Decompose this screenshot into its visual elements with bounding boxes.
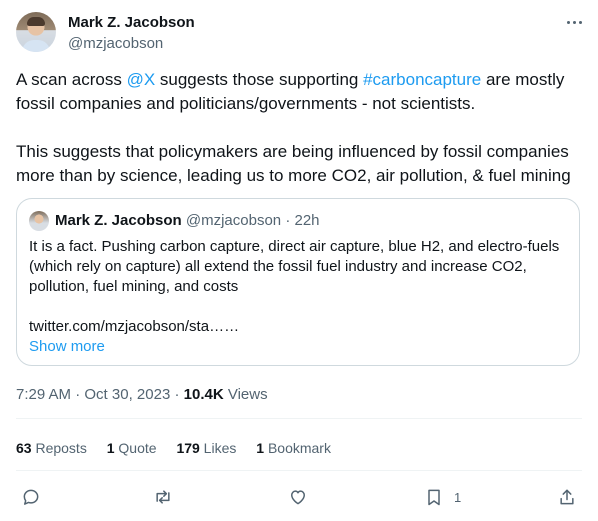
show-more-link[interactable]: Show more — [29, 337, 105, 357]
likes-stat[interactable]: 179 Likes — [176, 440, 236, 456]
bookmarks-count: 1 — [256, 440, 265, 456]
more-options-icon[interactable] — [562, 12, 586, 32]
tweet-text-prefix: A scan across — [16, 70, 127, 89]
quote-url: twitter.com/mzjacobson/sta…… — [29, 318, 240, 335]
quote-text: It is a fact. Pushing carbon capture, di… — [29, 237, 569, 297]
quoted-tweet[interactable]: Mark Z. Jacobson @mzjacobson · 22h It is… — [16, 198, 580, 366]
tweet-meta: 7:29 AM · Oct 30, 2023 · 10.4K Views — [16, 386, 268, 403]
author-name[interactable]: Mark Z. Jacobson — [68, 14, 195, 31]
divider — [16, 470, 582, 471]
dot — [572, 20, 576, 24]
quotes-count: 1 — [106, 440, 115, 456]
reply-icon[interactable] — [21, 486, 41, 508]
quotes-label: Quote — [114, 440, 157, 456]
tweet-paragraph-2: This suggests that policymakers are bein… — [16, 142, 571, 185]
reposts-count: 63 — [16, 440, 32, 456]
tweet-time[interactable]: 7:29 AM — [16, 386, 71, 403]
quote-separator: · — [281, 212, 295, 229]
share-icon[interactable] — [557, 486, 577, 508]
mention-link[interactable]: @X — [127, 70, 156, 89]
hashtag-link[interactable]: #carboncapture — [363, 70, 481, 89]
reposts-stat[interactable]: 63 Reposts — [16, 440, 87, 456]
divider — [16, 418, 582, 419]
quote-paragraph: It is a fact. Pushing carbon capture, di… — [29, 238, 560, 295]
quotes-stat[interactable]: 1 Quote — [107, 440, 157, 456]
quote-author-name: Mark Z. Jacobson — [55, 212, 182, 229]
quote-header: Mark Z. Jacobson @mzjacobson · 22h — [55, 212, 320, 229]
avatar-hair — [27, 17, 45, 26]
dot — [566, 20, 570, 24]
tweet-text-mid: suggests those supporting — [155, 70, 364, 89]
action-bar: 1 — [0, 486, 598, 508]
avatar-shirt — [22, 40, 50, 52]
tweet-text: A scan across @X suggests those supporti… — [16, 68, 582, 188]
quote-avatar — [29, 211, 49, 231]
engagement-stats: 63 Reposts 1 Quote 179 Likes 1 Bookmark — [16, 440, 347, 456]
tweet-paragraph-1: A scan across @X suggests those supporti… — [16, 68, 582, 116]
tweet-card: Mark Z. Jacobson @mzjacobson A scan acro… — [0, 0, 598, 521]
bookmark-icon[interactable]: 1 — [424, 486, 461, 508]
repost-icon[interactable] — [153, 486, 173, 508]
likes-count: 179 — [176, 440, 200, 456]
views-label: Views — [223, 386, 268, 403]
heart-icon[interactable] — [288, 486, 308, 508]
meta-separator: · — [71, 386, 85, 403]
author-handle[interactable]: @mzjacobson — [68, 35, 163, 52]
views-count: 10.4K — [183, 386, 224, 403]
tweet-date[interactable]: Oct 30, 2023 — [84, 386, 170, 403]
meta-separator: · — [170, 386, 184, 403]
reposts-label: Reposts — [31, 440, 87, 456]
bookmark-count: 1 — [454, 489, 462, 505]
likes-label: Likes — [199, 440, 237, 456]
bookmarks-stat[interactable]: 1 Bookmark — [256, 440, 331, 456]
avatar[interactable] — [16, 12, 56, 52]
quote-time: 22h — [294, 212, 320, 229]
dot — [578, 20, 582, 24]
bookmarks-label: Bookmark — [264, 440, 331, 456]
quote-author-handle: @mzjacobson — [185, 212, 282, 229]
